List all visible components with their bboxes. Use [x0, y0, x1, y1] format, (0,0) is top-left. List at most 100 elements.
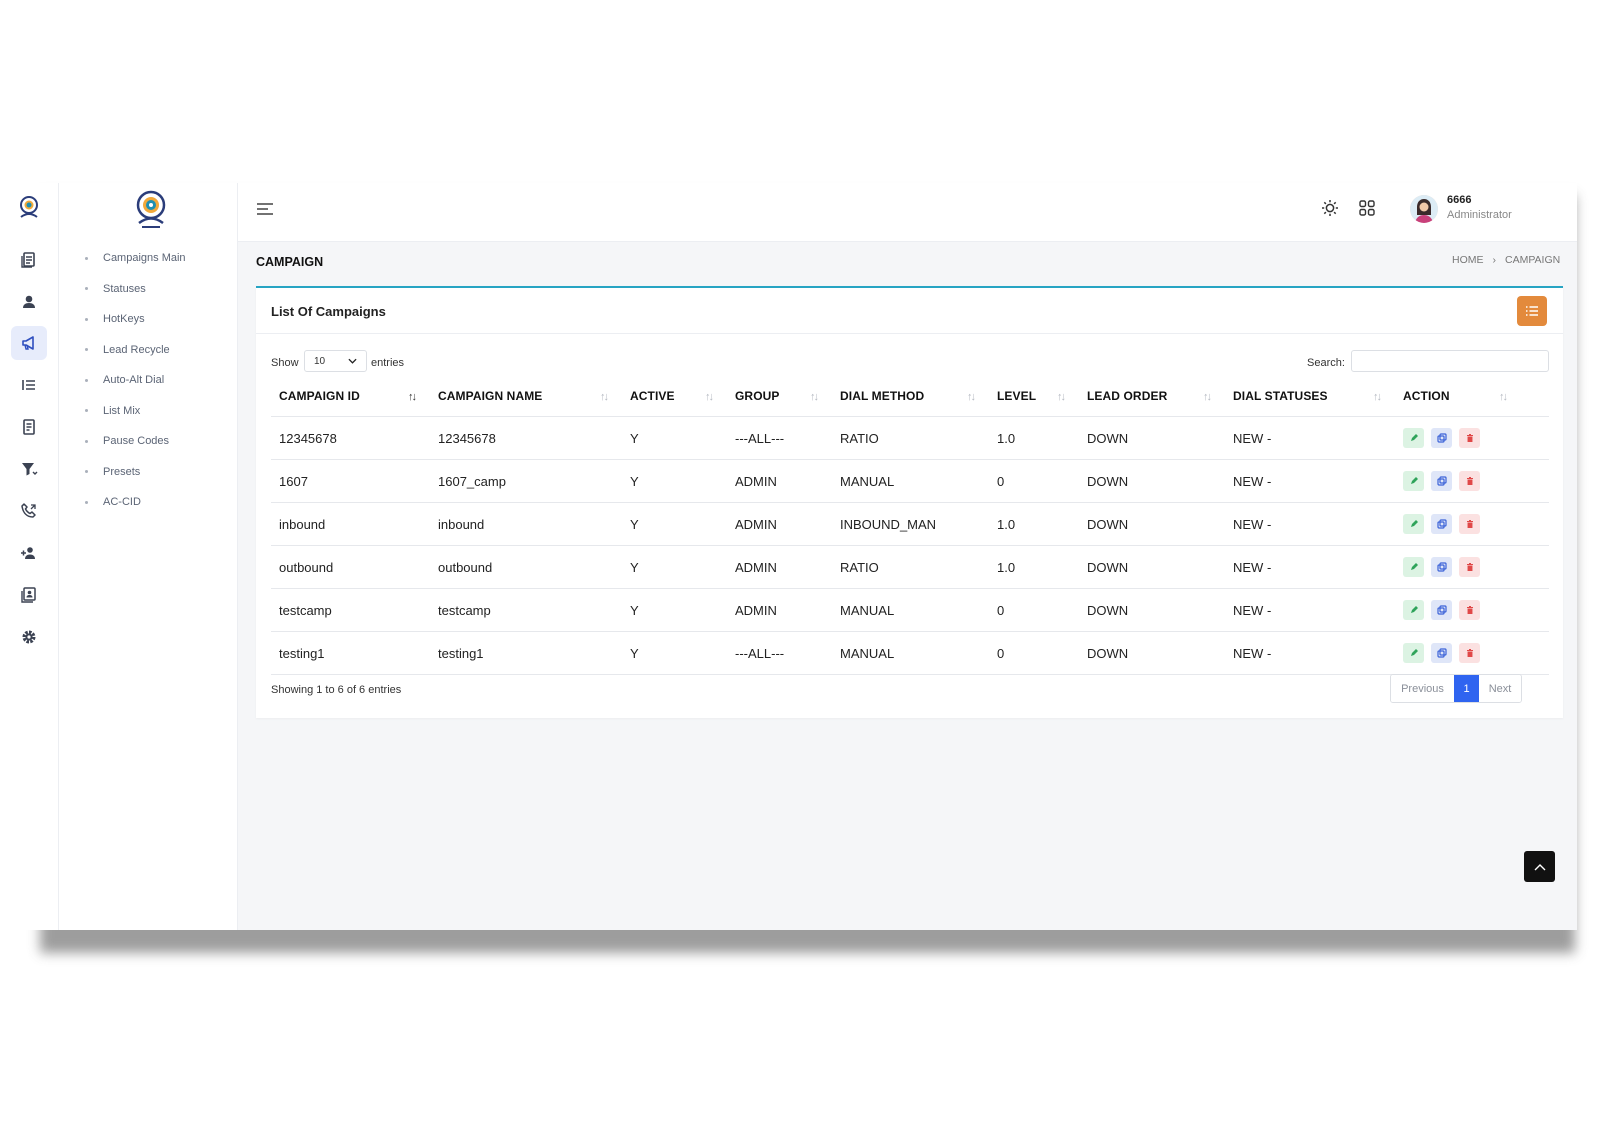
chevron-down-icon: [348, 358, 357, 364]
list-view-button[interactable]: [1517, 296, 1547, 326]
delete-button[interactable]: [1459, 428, 1480, 448]
edit-button[interactable]: [1403, 557, 1424, 577]
copy-button[interactable]: [1431, 600, 1452, 620]
edit-button[interactable]: [1403, 428, 1424, 448]
col-lead-order[interactable]: LEAD ORDER: [1087, 389, 1167, 403]
subnav-item-hotkeys[interactable]: HotKeys: [59, 304, 186, 335]
edit-button[interactable]: [1403, 643, 1424, 663]
rail-user-icon[interactable]: [11, 285, 47, 319]
edit-button[interactable]: [1403, 600, 1424, 620]
card-divider: [256, 333, 1563, 334]
sun-theme-icon[interactable]: [1320, 198, 1340, 218]
table-cell: NEW -: [1233, 603, 1272, 618]
table-cell: Y: [630, 474, 639, 489]
avatar[interactable]: [1410, 195, 1438, 223]
copy-button[interactable]: [1431, 514, 1452, 534]
delete-button[interactable]: [1459, 643, 1480, 663]
top-bar: 6666 Administrator: [238, 183, 1577, 242]
rail-settings-gear-icon[interactable]: [11, 620, 47, 654]
copy-icon: [1436, 648, 1447, 658]
table-cell: 1.0: [997, 517, 1016, 532]
sort-icon[interactable]: ↑↓: [810, 391, 819, 403]
sort-icon[interactable]: ↑↓: [705, 391, 714, 403]
subnav-item-presets[interactable]: Presets: [59, 457, 186, 488]
table-cell: MANUAL: [840, 646, 895, 661]
sort-icon[interactable]: ↑↓: [967, 391, 976, 403]
table-info: Showing 1 to 6 of 6 entries: [271, 684, 402, 696]
rail-add-group-icon[interactable]: [11, 536, 47, 570]
scroll-to-top-button[interactable]: [1524, 851, 1555, 882]
previous-button[interactable]: Previous: [1391, 675, 1454, 702]
copy-button[interactable]: [1431, 557, 1452, 577]
page-1-button[interactable]: 1: [1454, 675, 1479, 702]
table-row: 12345678 12345678 Y ---ALL--- RATIO 1.0 DOWN NE…: [271, 417, 1549, 460]
copy-button[interactable]: [1431, 428, 1452, 448]
delete-button[interactable]: [1459, 471, 1480, 491]
delete-button[interactable]: [1459, 600, 1480, 620]
subnav-item-auto-alt-dial[interactable]: Auto-Alt Dial: [59, 365, 186, 396]
sort-icon[interactable]: ↑↓: [1373, 391, 1382, 403]
table-cell: Y: [630, 603, 639, 618]
delete-button[interactable]: [1459, 514, 1480, 534]
table-cell: Y: [630, 646, 639, 661]
rail-list-icon[interactable]: [11, 368, 47, 402]
table-cell: testing1: [279, 646, 325, 661]
table-cell: Y: [630, 560, 639, 575]
trash-icon: [1466, 649, 1473, 657]
sort-icon[interactable]: ↑↓: [1499, 391, 1508, 403]
brand-logo-large-icon[interactable]: [134, 189, 168, 231]
col-group[interactable]: GROUP: [735, 389, 780, 403]
table-cell: Y: [630, 431, 639, 446]
table-cell: testcamp: [279, 603, 332, 618]
search-input[interactable]: [1351, 350, 1549, 372]
next-button[interactable]: Next: [1479, 675, 1521, 702]
subnav-item-ac-cid[interactable]: AC-CID: [59, 487, 186, 518]
search-label: Search:: [1307, 357, 1345, 369]
rail-campaign-megaphone-icon[interactable]: [11, 326, 47, 360]
rail-call-transfer-icon[interactable]: [11, 494, 47, 528]
table-cell: testcamp: [438, 603, 491, 618]
show-label: Show: [271, 357, 299, 369]
sort-icon[interactable]: ↑↓: [1057, 391, 1066, 403]
rail-documents-icon[interactable]: [11, 243, 47, 277]
col-campaign-id[interactable]: CAMPAIGN ID: [279, 389, 360, 403]
table-cell: DOWN: [1087, 517, 1129, 532]
rail-report-icon[interactable]: [11, 410, 47, 444]
breadcrumb-home[interactable]: HOME: [1452, 254, 1484, 266]
sort-icon[interactable]: ↑↓: [1203, 391, 1212, 403]
user-name[interactable]: 6666: [1447, 194, 1471, 206]
col-dial-statuses[interactable]: DIAL STATUSES: [1233, 389, 1328, 403]
col-campaign-name[interactable]: CAMPAIGN NAME: [438, 389, 542, 403]
subnav-item-pause-codes[interactable]: Pause Codes: [59, 426, 186, 457]
col-active[interactable]: ACTIVE: [630, 389, 675, 403]
entries-select[interactable]: 10: [304, 350, 367, 372]
subnav-item-statuses[interactable]: Statuses: [59, 274, 186, 305]
subnav-item-campaigns-main[interactable]: Campaigns Main: [59, 243, 186, 274]
menu-toggle-icon[interactable]: [256, 201, 274, 217]
table-cell: DOWN: [1087, 560, 1129, 575]
subnav-item-lead-recycle[interactable]: Lead Recycle: [59, 335, 186, 366]
sort-asc-icon[interactable]: ↑↓: [408, 391, 417, 403]
copy-button[interactable]: [1431, 471, 1452, 491]
brand-logo-icon[interactable]: [17, 195, 41, 221]
table-cell: 0: [997, 646, 1005, 661]
sort-icon[interactable]: ↑↓: [600, 391, 609, 403]
rail-filter-icon[interactable]: [11, 452, 47, 486]
table-cell: NEW -: [1233, 517, 1272, 532]
apps-grid-icon[interactable]: [1358, 199, 1376, 217]
copy-icon: [1436, 605, 1447, 615]
table-cell: ADMIN: [735, 560, 777, 575]
copy-button[interactable]: [1431, 643, 1452, 663]
edit-button[interactable]: [1403, 514, 1424, 534]
campaign-table: CAMPAIGN ID ↑↓ CAMPAIGN NAME ↑↓ ACTIVE ↑…: [271, 376, 1549, 675]
copy-icon: [1436, 476, 1447, 486]
rail-contacts-icon[interactable]: [11, 578, 47, 612]
table-cell: DOWN: [1087, 474, 1129, 489]
col-level[interactable]: LEVEL: [997, 389, 1036, 403]
col-dial-method[interactable]: DIAL METHOD: [840, 389, 924, 403]
delete-button[interactable]: [1459, 557, 1480, 577]
edit-button[interactable]: [1403, 471, 1424, 491]
table-cell: ---ALL---: [735, 646, 785, 661]
trash-icon: [1466, 606, 1473, 614]
subnav-item-list-mix[interactable]: List Mix: [59, 396, 186, 427]
